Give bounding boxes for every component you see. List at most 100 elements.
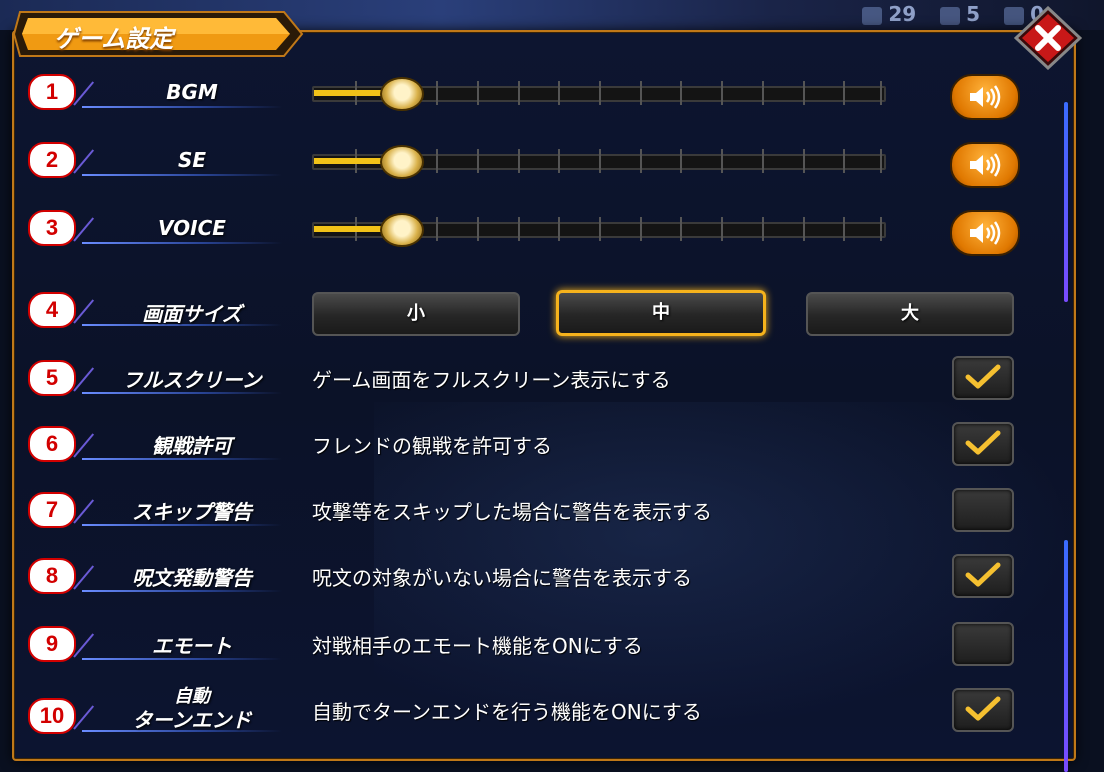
setting-row-spectate: 6 観戦許可 フレンドの観戦を許可する [22,420,1042,480]
setting-label-line2: ターンエンド [132,708,252,732]
setting-description: 攻撃等をスキップした場合に警告を表示する [312,500,712,524]
checkmark-icon [965,562,1001,587]
slider-tick [843,149,845,173]
label-underline [82,174,282,176]
size-small-button[interactable]: 小 [312,292,520,336]
setting-row-se: 2 SE [22,138,1042,198]
close-button[interactable] [1013,5,1083,71]
number-badge: 10 [28,698,76,734]
spectate-checkbox[interactable] [952,422,1014,466]
slider-tick [803,81,805,105]
number-badge: 3 [28,210,76,246]
setting-description: フレンドの観戦を許可する [312,434,552,458]
slider-tick [599,81,601,105]
checkmark-icon [965,430,1001,455]
setting-row-screen-size: 4 画面サイズ 小 中 大 [22,288,1042,348]
slider-tick [762,149,764,173]
slider-tick [558,81,560,105]
setting-label: SE [177,148,207,172]
number-badge: 8 [28,558,76,594]
label-underline [82,106,282,108]
voice-slider[interactable] [312,213,886,247]
slider-tick [762,217,764,241]
slider-tick [803,217,805,241]
slider-tick [843,81,845,105]
slider-tick [477,149,479,173]
slider-tick [599,149,601,173]
slider-tick [477,217,479,241]
setting-label: エモート [152,634,232,658]
speaker-icon [970,221,1001,245]
skip-warning-checkbox[interactable] [952,488,1014,532]
number-badge: 6 [28,426,76,462]
slider-tick [558,149,560,173]
setting-row-emote: 9 エモート 対戦相手のエモート機能をONにする [22,620,1042,680]
speaker-icon [970,153,1001,177]
slider-tick [640,81,642,105]
slider-tick [599,217,601,241]
slider-knob[interactable] [380,145,424,179]
stat-2: 5 [940,2,980,26]
fullscreen-checkbox[interactable] [952,356,1014,400]
checkmark-icon [965,364,1001,389]
stat-1: 29 [862,2,916,26]
setting-label: VOICE [158,216,226,240]
scrollbar-lower[interactable] [1064,540,1068,772]
setting-label: 画面サイズ [142,302,242,326]
number-badge: 7 [28,492,76,528]
emote-checkbox[interactable] [952,622,1014,666]
slider-tick [640,217,642,241]
slider-tick [477,81,479,105]
se-slider[interactable] [312,145,886,179]
setting-description: 呪文の対象がいない場合に警告を表示する [312,566,692,590]
setting-label: フルスクリーン [122,368,262,392]
voice-mute-button[interactable] [950,210,1020,256]
slider-tick [518,217,520,241]
spell-warning-checkbox[interactable] [952,554,1014,598]
auto-turn-end-checkbox[interactable] [952,688,1014,732]
setting-label: BGM [166,80,218,104]
slider-tick [721,149,723,173]
setting-row-skip-warning: 7 スキップ警告 攻撃等をスキップした場合に警告を表示する [22,486,1042,546]
slider-tick [721,217,723,241]
slider-knob[interactable] [380,77,424,111]
slider-tick [680,217,682,241]
number-badge: 4 [28,292,76,328]
setting-label: スキップ警告 [132,500,252,524]
checkmark-icon [965,696,1001,721]
number-badge: 1 [28,74,76,110]
size-large-button[interactable]: 大 [806,292,1014,336]
setting-label: 観戦許可 [152,434,232,458]
slider-tick [762,81,764,105]
setting-row-auto-turn-end: 10 自動 ターンエンド 自動でターンエンドを行う機能をONにする [22,686,1042,746]
slider-knob[interactable] [380,213,424,247]
bgm-mute-button[interactable] [950,74,1020,120]
label-underline [82,242,282,244]
setting-row-fullscreen: 5 フルスクリーン ゲーム画面をフルスクリーン表示にする [22,354,1042,414]
slider-tick [640,149,642,173]
slider-end-tick [880,149,882,173]
bgm-slider[interactable] [312,77,886,111]
size-medium-button[interactable]: 中 [556,290,766,336]
se-mute-button[interactable] [950,142,1020,188]
number-badge: 9 [28,626,76,662]
setting-description: 対戦相手のエモート機能をONにする [312,634,643,658]
slider-tick [721,81,723,105]
number-badge: 5 [28,360,76,396]
slider-tick [518,81,520,105]
slider-end-tick [880,217,882,241]
slider-tick [803,149,805,173]
number-badge: 2 [28,142,76,178]
page-title: ゲーム設定 [54,25,174,53]
slider-tick [436,81,438,105]
slider-tick [518,149,520,173]
card-icon [862,6,883,25]
slider-tick [680,149,682,173]
slider-tick [558,217,560,241]
setting-row-spell-warning: 8 呪文発動警告 呪文の対象がいない場合に警告を表示する [22,552,1042,612]
setting-description: 自動でターンエンドを行う機能をONにする [312,700,702,724]
setting-row-bgm: 1 BGM [22,70,1042,130]
scrollbar-upper[interactable] [1064,102,1068,302]
title-tab: ゲーム設定 [14,10,304,58]
slider-tick [843,217,845,241]
